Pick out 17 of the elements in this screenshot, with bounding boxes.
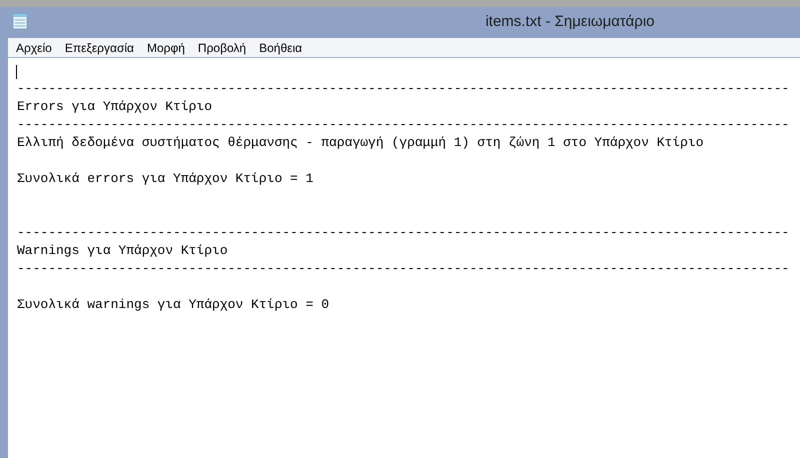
text-line: --------------------------------------------------------------------------------------------------- <box>17 260 790 278</box>
text-line: Errors για Υπάρχον Κτίριο <box>17 98 212 116</box>
text-line: Ελλιπή δεδομένα συστήματος θέρμανσης - παραγωγή (γραμμή 1) στη ζώνη 1 στο Υπάρχον Κτίριο <box>17 134 704 152</box>
menu-item[interactable]: Επεξεργασία <box>64 38 134 56</box>
text-line: --------------------------------------------------------------------------------------------------- <box>17 116 790 134</box>
window-title: items.txt - Σημειωματάριο <box>485 12 655 32</box>
notepad-icon <box>12 13 28 30</box>
text-line: --------------------------------------------------------------------------------------------------- <box>17 224 790 242</box>
text-line: --------------------------------------------------------------------------------------------------- <box>17 80 790 98</box>
menu-item[interactable]: Μορφή <box>146 38 185 56</box>
text-line: Συνολικά warnings για Υπάρχον Κτίριο = 0 <box>17 296 330 314</box>
menu-item[interactable]: Αρχείο <box>16 38 52 56</box>
text-line: Warnings για Υπάρχον Κτίριο <box>17 242 228 260</box>
menu-item[interactable]: Προβολή <box>198 38 246 56</box>
menu-item[interactable]: Βοήθεια <box>259 38 302 56</box>
text-cursor <box>16 65 17 79</box>
text-line: Συνολικά errors για Υπάρχον Κτίριο = 1 <box>17 170 314 188</box>
